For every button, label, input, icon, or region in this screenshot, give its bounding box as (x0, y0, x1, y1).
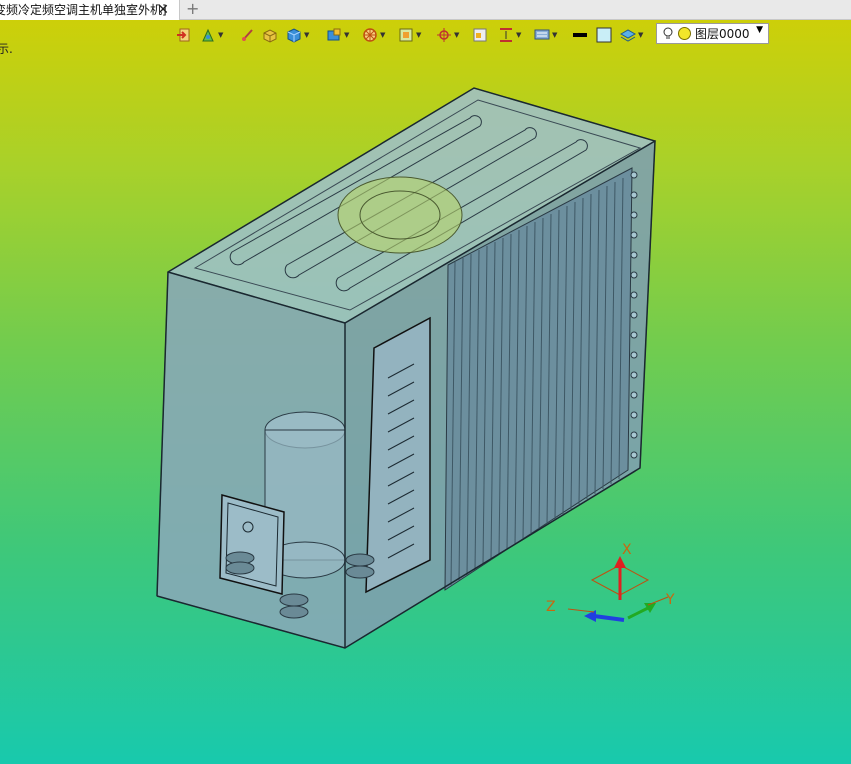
x-axis-label: X (622, 542, 632, 558)
z-axis-label: Z (546, 599, 556, 615)
z-axis-arrow (593, 614, 625, 622)
tube-ends (630, 171, 638, 459)
y-axis-arrow (627, 606, 649, 620)
y-axis-label: Y (665, 592, 675, 608)
vent-panel (365, 316, 431, 594)
fan-grille (337, 176, 463, 254)
outdoor-unit-model (156, 87, 657, 649)
model-viewport[interactable]: X Y Z (0, 0, 851, 764)
axis-triad: X Y Z (546, 542, 675, 622)
